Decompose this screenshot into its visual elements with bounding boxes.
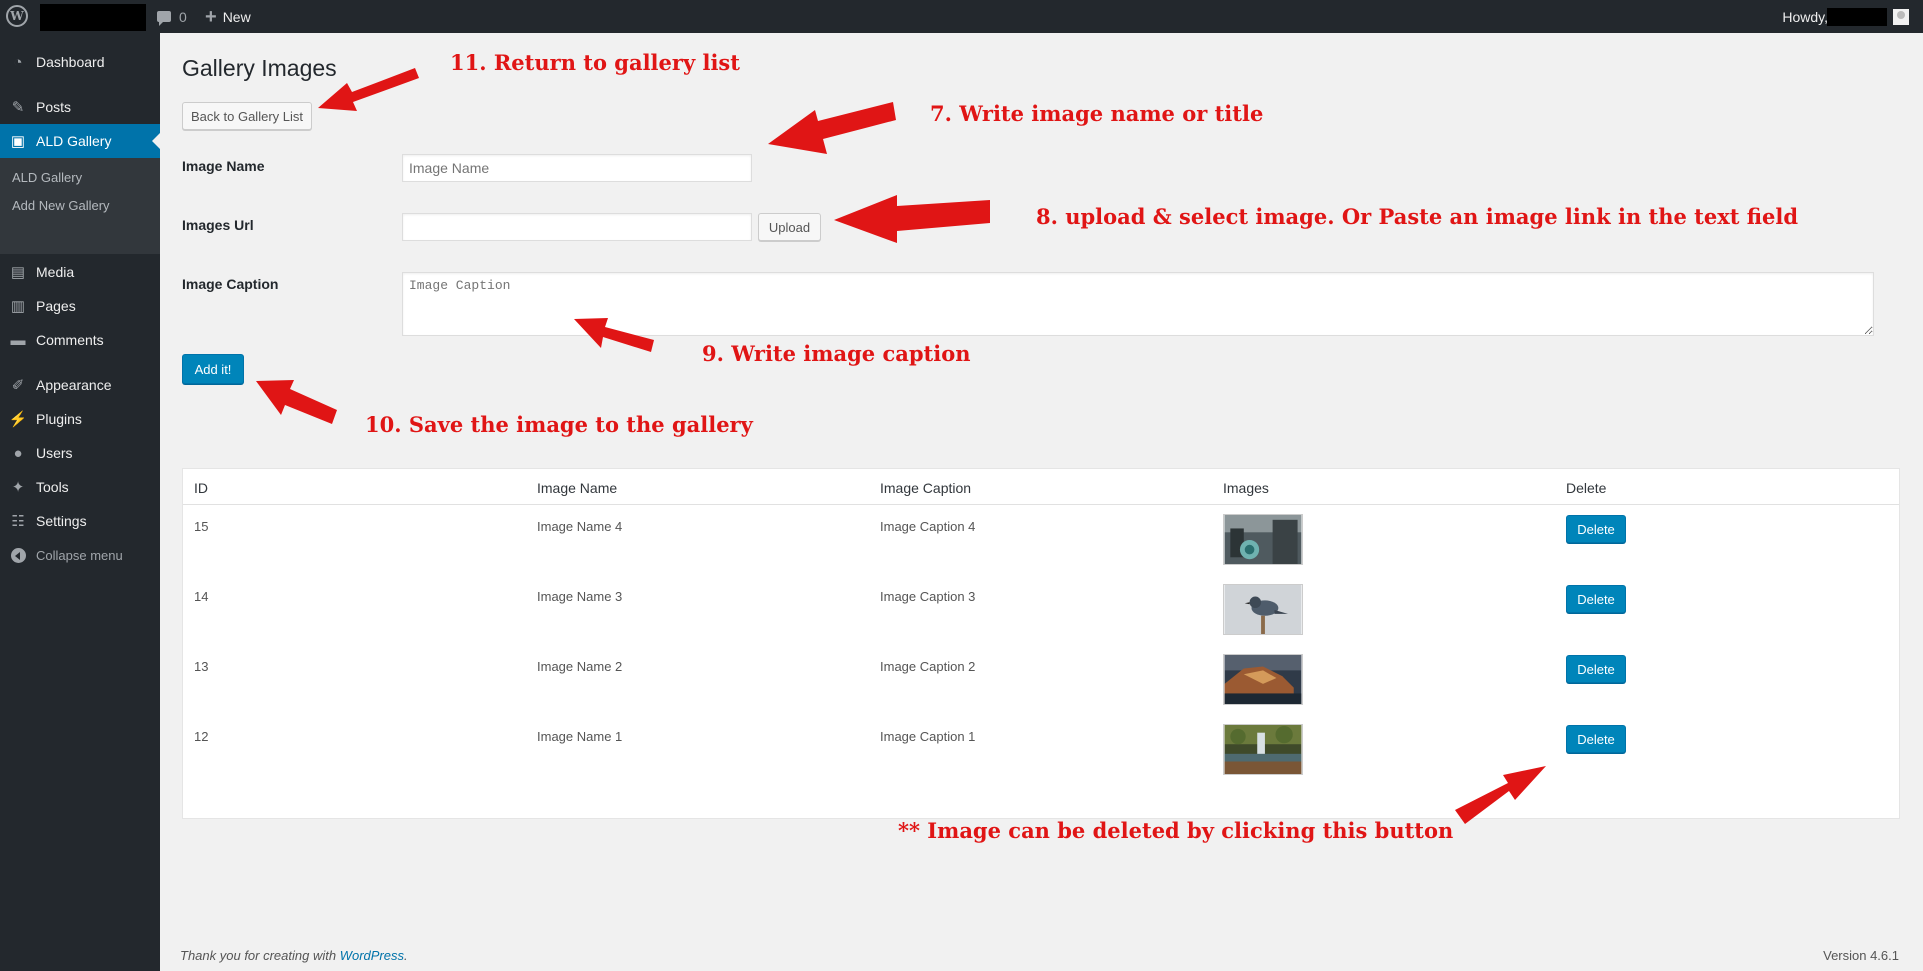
arrow-image-name — [768, 102, 896, 154]
annotation-save-image: 10. Save the image to the gallery — [365, 412, 753, 437]
arrow-caption — [574, 318, 654, 352]
annotation-write-caption: 9. Write image caption — [702, 341, 971, 366]
annotation-delete-image: ** Image can be deleted by clicking this… — [898, 818, 1454, 843]
annotation-return-to-gallery-list: 11. Return to gallery list — [450, 50, 740, 75]
arrow-return-to-list — [318, 68, 419, 111]
arrow-delete — [1455, 766, 1546, 824]
arrow-add-it — [256, 380, 337, 424]
annotation-upload-image: 8. upload & select image. Or Paste an im… — [1036, 204, 1799, 229]
arrow-upload — [834, 195, 990, 243]
annotation-write-image-name: 7. Write image name or title — [930, 101, 1264, 126]
